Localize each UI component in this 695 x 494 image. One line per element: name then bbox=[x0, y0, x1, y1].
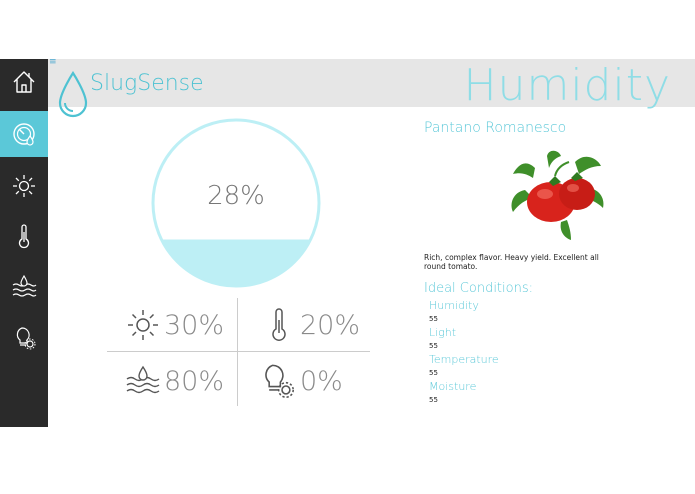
sun-icon bbox=[128, 310, 158, 340]
gauge-fill bbox=[153, 239, 319, 286]
stat-moisture-value: 80% bbox=[164, 365, 225, 397]
header-bar: ≡ SlugSense Humidity bbox=[48, 58, 695, 118]
stat-lighting: 0% bbox=[258, 362, 343, 400]
home-icon bbox=[13, 71, 35, 93]
stat-lighting-value: 0% bbox=[300, 365, 343, 397]
app-logo-text: SlugSense bbox=[90, 71, 204, 96]
sidebar-item-humidity[interactable] bbox=[0, 111, 48, 157]
moisture-icon bbox=[126, 365, 160, 394]
condition-light-value: 55 bbox=[429, 342, 438, 350]
sidebar-item-moisture[interactable] bbox=[0, 264, 48, 310]
sidebar-item-light[interactable] bbox=[0, 163, 48, 209]
sun-icon bbox=[13, 175, 35, 197]
ideal-conditions-title: Ideal Conditions: bbox=[424, 281, 533, 296]
sidebar-item-lighting-settings[interactable] bbox=[0, 315, 48, 361]
condition-humidity-label: Humidity bbox=[429, 299, 479, 312]
condition-humidity-value: 55 bbox=[429, 315, 438, 323]
moisture-icon bbox=[12, 274, 37, 297]
sidebar-item-home[interactable] bbox=[0, 59, 48, 105]
condition-temperature-label: Temperature bbox=[429, 353, 499, 366]
stat-temperature: 20% bbox=[262, 308, 360, 342]
condition-temperature-value: 55 bbox=[429, 369, 438, 377]
sidebar bbox=[0, 59, 48, 427]
plant-description: Rich, complex flavor. Heavy yield. Excel… bbox=[424, 253, 599, 271]
condition-moisture-label: Moisture bbox=[429, 380, 477, 393]
gauge-value: 28% bbox=[207, 181, 265, 211]
thermometer-icon bbox=[272, 308, 286, 341]
stat-light-value: 30% bbox=[164, 309, 225, 341]
plant-name: Pantano Romanesco bbox=[424, 120, 567, 136]
stats-divider-vertical bbox=[237, 298, 238, 406]
water-drop-logo-icon bbox=[58, 71, 88, 118]
tomato-image bbox=[511, 150, 604, 240]
bulb-gear-icon bbox=[265, 364, 294, 398]
humidity-gauge-icon bbox=[13, 123, 35, 146]
stat-temperature-value: 20% bbox=[300, 309, 361, 341]
condition-moisture-value: 55 bbox=[429, 396, 438, 404]
menu-icon[interactable]: ≡ bbox=[49, 58, 57, 67]
stat-moisture: 80% bbox=[126, 364, 224, 398]
sidebar-item-temperature[interactable] bbox=[0, 213, 48, 259]
bulb-gear-icon bbox=[16, 327, 36, 350]
stats-divider-horizontal bbox=[107, 351, 370, 352]
stat-light: 30% bbox=[126, 308, 224, 342]
thermometer-icon bbox=[18, 224, 30, 249]
condition-light-label: Light bbox=[429, 326, 457, 339]
page-title: Humidity bbox=[463, 60, 671, 111]
